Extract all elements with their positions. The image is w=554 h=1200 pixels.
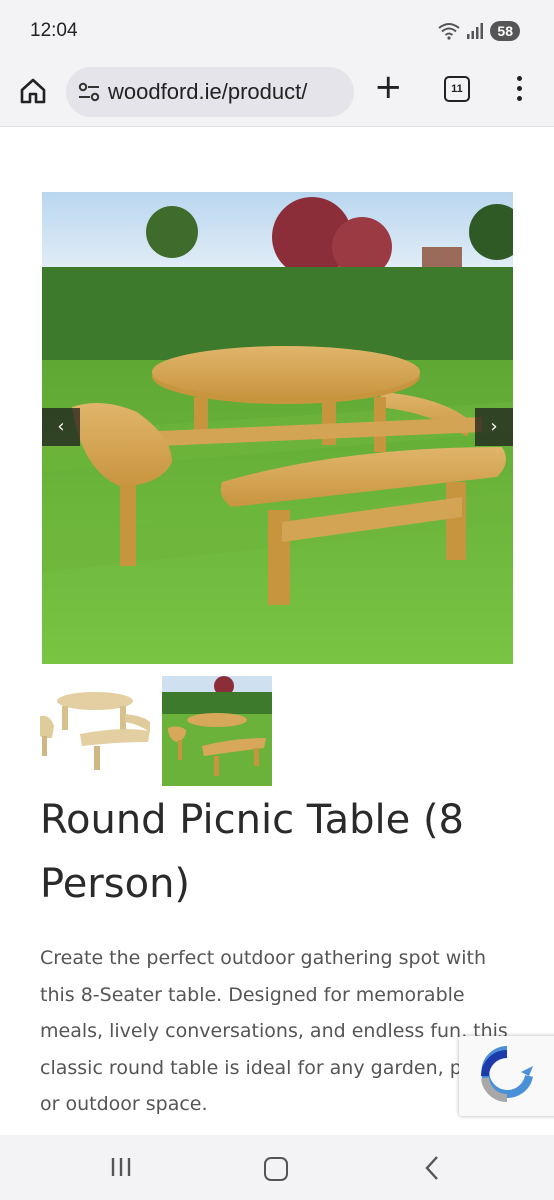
system-back-icon[interactable] xyxy=(424,1155,440,1181)
status-time: 12:04 xyxy=(30,20,78,41)
system-nav-bar xyxy=(0,1135,554,1200)
address-bar[interactable]: woodford.ie/product/ xyxy=(66,67,354,117)
picnic-table-photo xyxy=(42,192,513,664)
more-options-icon[interactable] xyxy=(514,76,524,104)
product-thumbnail-2[interactable] xyxy=(162,676,272,786)
system-home-icon[interactable] xyxy=(264,1157,288,1181)
new-tab-icon[interactable]: + xyxy=(374,70,403,104)
recent-apps-icon[interactable] xyxy=(110,1157,132,1177)
status-bar: 12:04 58 xyxy=(0,0,554,62)
picnic-table-garden-thumbnail xyxy=(162,676,272,786)
product-description: Create the perfect outdoor gathering spo… xyxy=(40,947,508,1115)
browser-toolbar: woodford.ie/product/ + 11 xyxy=(0,62,554,127)
recaptcha-badge[interactable] xyxy=(459,1036,554,1116)
gallery-prev-button[interactable]: ‹ xyxy=(42,408,80,446)
status-icons: 58 xyxy=(438,21,520,41)
url-text: woodford.ie/product/ xyxy=(108,79,308,104)
signal-icon xyxy=(467,23,484,39)
tab-switcher-button[interactable]: 11 xyxy=(444,76,470,102)
product-thumbnail-1[interactable] xyxy=(40,676,150,786)
wifi-icon xyxy=(438,23,461,40)
home-icon[interactable] xyxy=(18,76,48,106)
recaptcha-icon xyxy=(481,1046,533,1103)
gallery-next-button[interactable]: › xyxy=(475,408,513,446)
product-main-image[interactable]: ‹ › xyxy=(42,192,513,664)
picnic-table-cutout-thumbnail xyxy=(40,692,150,770)
product-title: Round Picnic Table (8 Person) xyxy=(40,797,465,907)
site-settings-icon[interactable] xyxy=(78,82,100,102)
battery-indicator: 58 xyxy=(490,21,520,41)
